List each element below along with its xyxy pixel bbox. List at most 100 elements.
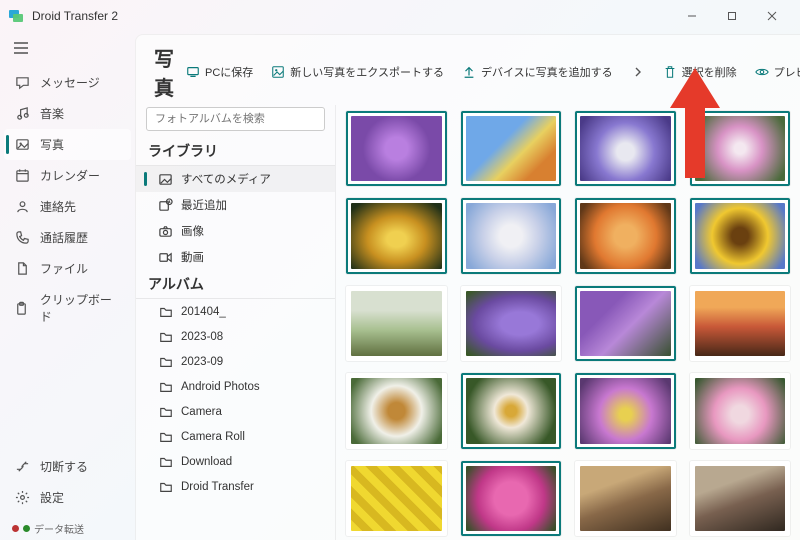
photo-thumbnail[interactable] xyxy=(575,373,676,448)
thumbnail-image xyxy=(351,378,442,443)
album-item[interactable]: Download xyxy=(136,449,335,474)
app-title: Droid Transfer 2 xyxy=(32,9,118,23)
album-item-label: Camera Roll xyxy=(181,431,245,443)
thumbnail-image xyxy=(351,291,442,356)
thumbnail-image xyxy=(466,116,557,181)
nav-item-contacts[interactable]: 連絡先 xyxy=(0,191,135,222)
album-item[interactable]: 2023-09 xyxy=(136,349,335,374)
album-item[interactable]: 2023-08 xyxy=(136,324,335,349)
album-item-label: 201404_ xyxy=(181,306,226,318)
page-title: 写真 xyxy=(154,43,174,101)
status-dot-red xyxy=(12,525,19,532)
thumbnail-image xyxy=(466,203,557,268)
photo-thumbnail[interactable] xyxy=(346,198,447,273)
photo-grid-scroll[interactable] xyxy=(336,105,800,540)
nav-item-message[interactable]: メッセージ xyxy=(0,67,135,98)
library-item[interactable]: 画像 xyxy=(136,218,335,244)
photo-thumbnail[interactable] xyxy=(461,461,562,536)
album-item-label: Droid Transfer xyxy=(181,481,254,493)
status-text: データ転送 xyxy=(34,521,84,536)
file-icon xyxy=(14,261,30,277)
photo-thumbnail[interactable] xyxy=(346,111,447,186)
delete-selection-button[interactable]: 選択を削除 xyxy=(657,60,743,84)
window-minimize-button[interactable] xyxy=(672,2,712,30)
nav-item-label: 設定 xyxy=(40,489,64,506)
preview-button[interactable]: プレビュー xyxy=(749,60,800,84)
nav-item-settings[interactable]: 設定 xyxy=(0,482,135,513)
nav-sidebar: メッセージ音楽写真カレンダー連絡先通話履歴ファイルクリップボード 切断する設定 … xyxy=(0,32,135,540)
nav-item-calendar[interactable]: カレンダー xyxy=(0,160,135,191)
photo-thumbnail[interactable] xyxy=(461,286,562,361)
album-item[interactable]: Camera xyxy=(136,399,335,424)
library-column: ライブラリ すべてのメディア最近追加画像動画 アルバム 201404_2023-… xyxy=(136,105,336,540)
album-item[interactable]: Camera Roll xyxy=(136,424,335,449)
photo-thumbnail[interactable] xyxy=(461,111,562,186)
thumbnail-image xyxy=(466,378,557,443)
export-icon xyxy=(271,65,285,79)
library-item[interactable]: 最近追加 xyxy=(136,192,335,218)
library-item[interactable]: すべてのメディア xyxy=(136,166,335,192)
photo-thumbnail[interactable] xyxy=(346,461,447,536)
message-icon xyxy=(14,75,30,91)
photo-thumbnail[interactable] xyxy=(690,461,791,536)
nav-item-label: 切断する xyxy=(40,458,88,475)
album-item-label: Android Photos xyxy=(181,381,260,393)
status-bar: データ転送 xyxy=(0,517,135,540)
photo-thumbnail[interactable] xyxy=(461,198,562,273)
photo-thumbnail[interactable] xyxy=(346,373,447,448)
photo-thumbnail[interactable] xyxy=(575,111,676,186)
trash-icon xyxy=(663,65,677,79)
photo-thumbnail[interactable] xyxy=(690,198,791,273)
album-item[interactable]: Android Photos xyxy=(136,374,335,399)
thumbnail-image xyxy=(695,378,786,443)
thumbnail-image xyxy=(580,378,671,443)
eye-icon xyxy=(755,65,769,79)
search-input[interactable] xyxy=(146,107,325,131)
photo-thumbnail[interactable] xyxy=(575,286,676,361)
chevron-right-icon xyxy=(631,65,645,79)
album-item-label: Download xyxy=(181,456,232,468)
add-to-device-button[interactable]: デバイスに写真を追加する xyxy=(456,60,619,84)
photo-thumbnail[interactable] xyxy=(575,198,676,273)
toolbar-more-button[interactable] xyxy=(625,61,651,83)
folder-icon xyxy=(158,304,173,319)
album-item[interactable]: Droid Transfer xyxy=(136,474,335,499)
thumbnail-image xyxy=(351,116,442,181)
window-close-button[interactable] xyxy=(752,2,792,30)
thumbnail-image xyxy=(351,466,442,531)
photo-thumbnail[interactable] xyxy=(575,461,676,536)
album-item[interactable]: 201404_ xyxy=(136,299,335,324)
settings-icon xyxy=(14,490,30,506)
calendar-icon xyxy=(14,168,30,184)
library-item[interactable]: 動画 xyxy=(136,244,335,270)
photo-thumbnail[interactable] xyxy=(346,286,447,361)
folder-icon xyxy=(158,329,173,344)
video-icon xyxy=(158,250,173,265)
nav-item-label: 音楽 xyxy=(40,105,64,122)
thumbnail-image xyxy=(695,466,786,531)
window-maximize-button[interactable] xyxy=(712,2,752,30)
albums-heading: アルバム xyxy=(136,270,335,299)
photo-thumbnail[interactable] xyxy=(690,286,791,361)
nav-item-label: メッセージ xyxy=(40,74,100,91)
nav-item-file[interactable]: ファイル xyxy=(0,253,135,284)
export-new-button[interactable]: 新しい写真をエクスポートする xyxy=(265,60,450,84)
titlebar: Droid Transfer 2 xyxy=(0,0,800,32)
photo-thumbnail[interactable] xyxy=(461,373,562,448)
album-item-label: Camera xyxy=(181,406,222,418)
nav-item-clipboard[interactable]: クリップボード xyxy=(0,284,135,332)
photo-thumbnail[interactable] xyxy=(690,111,791,186)
photo-thumbnail[interactable] xyxy=(690,373,791,448)
calllog-icon xyxy=(14,230,30,246)
save-to-pc-button[interactable]: PCに保存 xyxy=(180,60,259,84)
nav-item-label: 通話履歴 xyxy=(40,229,88,246)
library-item-label: 最近追加 xyxy=(181,197,227,213)
hamburger-button[interactable] xyxy=(0,38,135,67)
nav-item-calllog[interactable]: 通話履歴 xyxy=(0,222,135,253)
folder-icon xyxy=(158,354,173,369)
nav-item-disconnect[interactable]: 切断する xyxy=(0,451,135,482)
nav-item-photo[interactable]: 写真 xyxy=(4,129,131,160)
thumbnail-image xyxy=(351,203,442,268)
photo-icon xyxy=(14,137,30,153)
nav-item-music[interactable]: 音楽 xyxy=(0,98,135,129)
